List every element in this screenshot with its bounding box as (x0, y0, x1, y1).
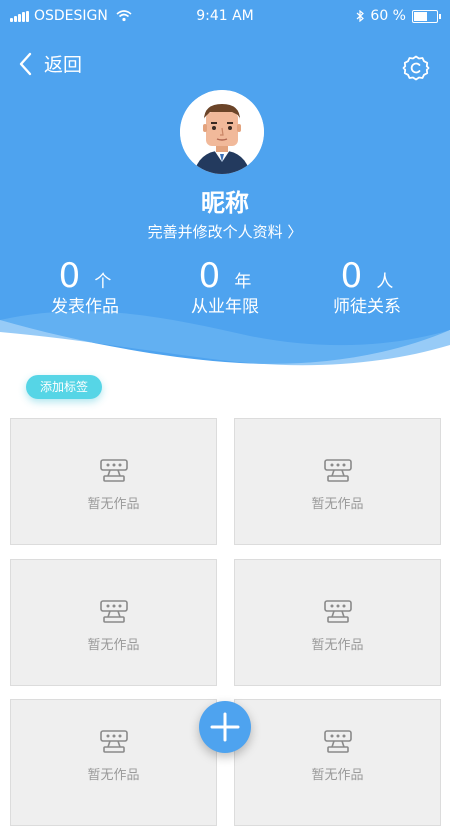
stat-works-unit: 个 (94, 272, 112, 292)
back-button[interactable]: 返回 (18, 50, 82, 77)
status-right: 60 % (356, 8, 441, 24)
avatar-icon (180, 90, 264, 174)
stat-works-value: 0 (58, 256, 81, 296)
work-card[interactable]: 暂无作品 (234, 559, 441, 686)
stat-mentorship-value: 0 (340, 256, 363, 296)
avatar[interactable] (180, 90, 264, 174)
work-placeholder: 暂无作品 (11, 730, 216, 783)
placeholder-icon (99, 600, 128, 623)
work-card[interactable]: 暂无作品 (10, 418, 217, 545)
stat-works[interactable]: 0个 发表作品 (10, 256, 160, 317)
stat-years[interactable]: 0年 从业年限 (150, 256, 300, 317)
work-empty-label: 暂无作品 (311, 638, 364, 653)
stat-years-unit: 年 (234, 272, 252, 292)
work-empty-label: 暂无作品 (87, 768, 140, 783)
work-empty-label: 暂无作品 (311, 497, 364, 512)
work-card[interactable]: 暂无作品 (10, 559, 217, 686)
stat-mentorship-label: 师徒关系 (333, 297, 401, 317)
stat-mentorship[interactable]: 0人 师徒关系 (292, 256, 442, 317)
settings-button[interactable] (402, 54, 430, 86)
work-placeholder: 暂无作品 (235, 600, 440, 653)
stat-years-label: 从业年限 (191, 297, 259, 317)
work-placeholder: 暂无作品 (11, 600, 216, 653)
work-empty-label: 暂无作品 (311, 768, 364, 783)
stat-works-label: 发表作品 (51, 297, 119, 317)
add-work-button[interactable] (199, 701, 251, 753)
placeholder-icon (323, 459, 352, 482)
battery-percent: 60 % (370, 8, 406, 24)
placeholder-icon (323, 600, 352, 623)
plus-icon (210, 712, 240, 742)
work-placeholder: 暂无作品 (11, 459, 216, 512)
stat-mentorship-unit: 人 (376, 272, 394, 292)
placeholder-icon (99, 730, 128, 753)
work-card[interactable]: 暂无作品 (234, 418, 441, 545)
placeholder-icon (99, 459, 128, 482)
nickname: 昵称 (201, 189, 249, 217)
work-placeholder: 暂无作品 (235, 459, 440, 512)
settings-icon (402, 55, 430, 81)
profile-header: OSDESIGN 9:41 AM 60 % 返回 昵称 完善并修改个人资料 〉 … (0, 0, 450, 370)
work-card[interactable]: 暂无作品 (234, 699, 441, 826)
work-empty-label: 暂无作品 (87, 638, 140, 653)
placeholder-icon (323, 730, 352, 753)
back-label: 返回 (44, 54, 83, 76)
stat-years-value: 0 (198, 256, 221, 296)
bluetooth-icon (357, 10, 365, 22)
work-empty-label: 暂无作品 (87, 497, 140, 512)
back-icon (19, 52, 32, 75)
add-tag-button[interactable]: 添加标签 (26, 375, 102, 399)
battery-icon (412, 9, 441, 23)
work-placeholder: 暂无作品 (235, 730, 440, 783)
status-bar: OSDESIGN 9:41 AM 60 % (0, 0, 450, 32)
work-card[interactable]: 暂无作品 (10, 699, 217, 826)
battery-fill (414, 11, 428, 21)
edit-profile-link[interactable]: 完善并修改个人资料 〉 (0, 221, 450, 242)
